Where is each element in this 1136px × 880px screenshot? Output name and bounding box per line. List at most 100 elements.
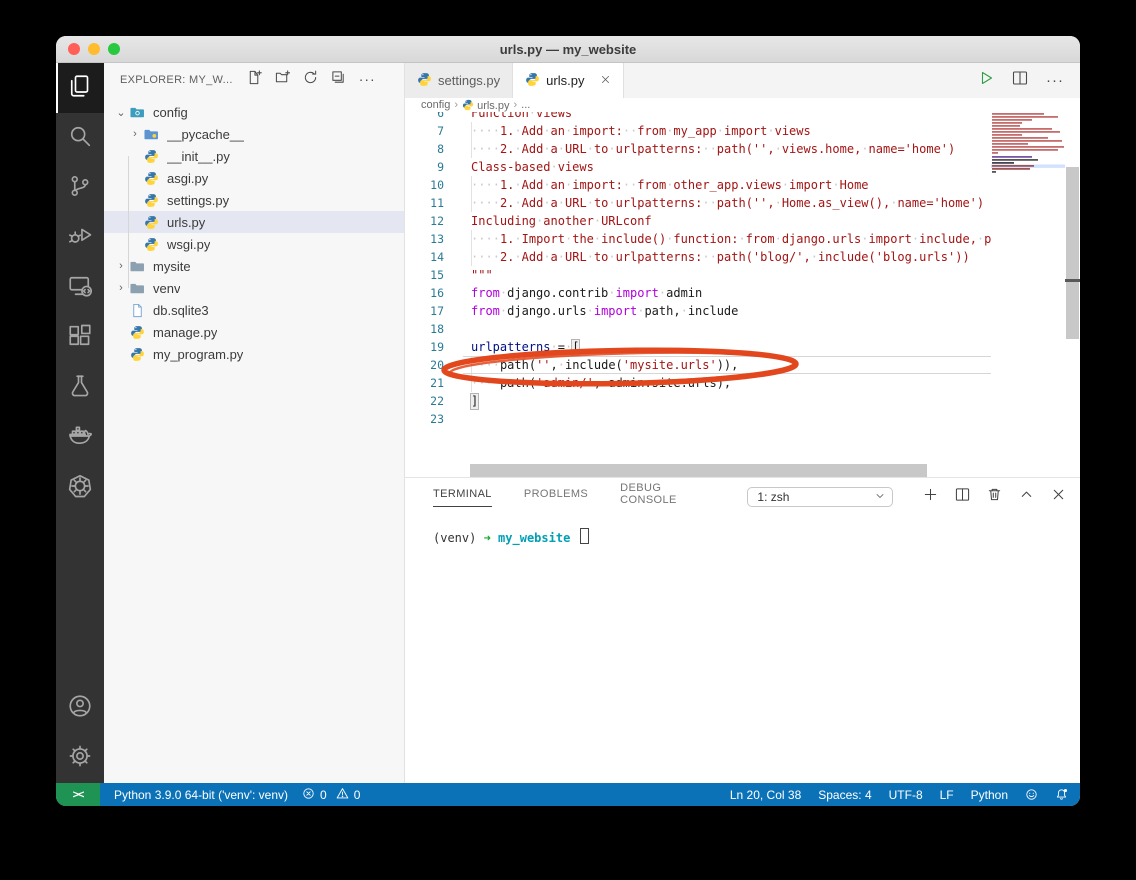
line-number[interactable]: 20 — [405, 356, 463, 374]
notifications-bell-icon[interactable] — [1055, 788, 1068, 801]
line-number[interactable]: 18 — [405, 320, 463, 338]
activity-item-kubernetes[interactable] — [56, 463, 104, 513]
tree-item-wsgi-py[interactable]: wsgi.py — [104, 233, 404, 255]
line-number[interactable]: 8 — [405, 140, 463, 158]
tree-item-asgi-py[interactable]: asgi.py — [104, 167, 404, 189]
breadcrumb-item--[interactable]: ... — [521, 99, 530, 111]
tab-settings-py[interactable]: settings.py — [405, 63, 513, 98]
editor-action-split-editor[interactable] — [1012, 70, 1028, 91]
python-interpreter-status[interactable]: Python 3.9.0 64-bit ('venv': venv) — [114, 788, 288, 802]
line-number[interactable]: 15 — [405, 266, 463, 284]
editor-action-run[interactable] — [978, 70, 994, 91]
status-item-spaces-4[interactable]: Spaces: 4 — [818, 788, 871, 802]
activity-item-run-and-debug[interactable] — [56, 213, 104, 263]
minimize-window-button[interactable] — [88, 43, 100, 55]
code-line[interactable]: 22] — [405, 392, 991, 410]
terminal-content[interactable]: (venv) ➜ my_website — [405, 512, 1080, 783]
breadcrumb-item-config[interactable]: config — [421, 99, 450, 111]
explorer-action-new-folder[interactable] — [275, 70, 290, 90]
tree-item-config[interactable]: ⌄config — [104, 101, 404, 123]
line-number[interactable]: 10 — [405, 176, 463, 194]
line-number[interactable]: 17 — [405, 302, 463, 320]
line-number[interactable]: 16 — [405, 284, 463, 302]
code-line[interactable]: 12Including·another·URLconf — [405, 212, 991, 230]
status-item-python[interactable]: Python — [971, 788, 1008, 802]
minimap[interactable] — [991, 112, 1065, 202]
line-number[interactable]: 9 — [405, 158, 463, 176]
code-line[interactable]: 13····1.·Import·the·include()·function:·… — [405, 230, 991, 248]
panel-action-close-panel[interactable] — [1051, 487, 1066, 507]
code-line[interactable]: 8····2.·Add·a·URL·to·urlpatterns:··path(… — [405, 140, 991, 158]
problems-status[interactable]: 00 — [302, 787, 360, 803]
activity-item-source-control[interactable] — [56, 163, 104, 213]
code-line[interactable]: 9Class-based·views — [405, 158, 991, 176]
tree-item-db-sqlite3[interactable]: db.sqlite3 — [104, 299, 404, 321]
code-line[interactable]: 6Function·views — [405, 112, 991, 122]
line-number[interactable]: 7 — [405, 122, 463, 140]
code-line[interactable]: 11····2.·Add·a·URL·to·urlpatterns:··path… — [405, 194, 991, 212]
editor-vertical-scrollbar[interactable] — [1066, 167, 1079, 339]
feedback-icon[interactable] — [1025, 788, 1038, 801]
activity-item-remote-explorer[interactable] — [56, 263, 104, 313]
activity-item-explorer[interactable] — [56, 63, 104, 113]
line-number[interactable]: 6 — [405, 112, 463, 122]
zoom-window-button[interactable] — [108, 43, 120, 55]
activity-item-docker[interactable] — [56, 413, 104, 463]
editor-horizontal-scrollbar[interactable] — [470, 464, 927, 477]
tree-item-settings-py[interactable]: settings.py — [104, 189, 404, 211]
code-line[interactable]: 23 — [405, 410, 991, 428]
panel-tab-problems[interactable]: PROBLEMS — [524, 488, 588, 507]
panel-action-split-terminal[interactable] — [955, 487, 970, 507]
tab-urls-py[interactable]: urls.py — [513, 63, 624, 98]
panel-action-kill-terminal[interactable] — [987, 487, 1002, 507]
panel-action-new-terminal[interactable] — [923, 487, 938, 507]
line-number[interactable]: 19 — [405, 338, 463, 356]
line-number[interactable]: 23 — [405, 410, 463, 428]
line-number[interactable]: 11 — [405, 194, 463, 212]
line-number[interactable]: 21 — [405, 374, 463, 392]
activity-item-extensions[interactable] — [56, 313, 104, 363]
code-line[interactable]: 18 — [405, 320, 991, 338]
status-item-utf-8[interactable]: UTF-8 — [889, 788, 923, 802]
code-line[interactable]: 7····1.·Add·an·import:··from·my_app·impo… — [405, 122, 991, 140]
code-line[interactable]: 20····path('',·include('mysite.urls')), — [405, 356, 991, 374]
explorer-action-new-file[interactable] — [247, 70, 262, 90]
panel-action-maximize-panel[interactable] — [1019, 487, 1034, 507]
code-line[interactable]: 19urlpatterns·=·[ — [405, 338, 991, 356]
code-line[interactable]: 10····1.·Add·an·import:··from·other_app.… — [405, 176, 991, 194]
code-line[interactable]: 15""" — [405, 266, 991, 284]
line-number[interactable]: 13 — [405, 230, 463, 248]
panel-tab-debug-console[interactable]: DEBUG CONSOLE — [620, 482, 715, 513]
explorer-action-more-actions[interactable]: ··· — [359, 71, 376, 89]
activity-item-testing[interactable] — [56, 363, 104, 413]
tree-item--init-py[interactable]: __init__.py — [104, 145, 404, 167]
tree-item-manage-py[interactable]: manage.py — [104, 321, 404, 343]
line-number[interactable]: 12 — [405, 212, 463, 230]
editor-action-more-actions[interactable]: ··· — [1046, 72, 1064, 90]
panel-tab-terminal[interactable]: TERMINAL — [433, 488, 492, 507]
explorer-action-refresh-explorer[interactable] — [303, 70, 318, 90]
remote-indicator[interactable]: >< — [56, 783, 100, 806]
code-line[interactable]: 17from·django.urls·import·path,·include — [405, 302, 991, 320]
activity-item-settings[interactable] — [56, 733, 104, 783]
line-number[interactable]: 14 — [405, 248, 463, 266]
status-item-lf[interactable]: LF — [940, 788, 954, 802]
code-line[interactable]: 14····2.·Add·a·URL·to·urlpatterns:··path… — [405, 248, 991, 266]
activity-item-search[interactable] — [56, 113, 104, 163]
tree-item-venv[interactable]: ›venv — [104, 277, 404, 299]
tree-item--pycache-[interactable]: ›__pycache__ — [104, 123, 404, 145]
code-line[interactable]: 21····path('admin/',·admin.site.urls), — [405, 374, 991, 392]
breadcrumb-item-urls-py[interactable]: urls.py — [462, 99, 509, 112]
terminal-select[interactable]: 1: zsh — [747, 487, 893, 507]
code-line[interactable]: 16from·django.contrib·import·admin — [405, 284, 991, 302]
status-item-ln-20-col-38[interactable]: Ln 20, Col 38 — [730, 788, 801, 802]
tree-item-my-program-py[interactable]: my_program.py — [104, 343, 404, 365]
tree-item-mysite[interactable]: ›mysite — [104, 255, 404, 277]
close-tab-icon[interactable] — [600, 73, 611, 88]
explorer-action-collapse-folders[interactable] — [331, 70, 346, 90]
close-window-button[interactable] — [68, 43, 80, 55]
code-editor[interactable]: 6Function·views7····1.·Add·an·import:··f… — [405, 112, 1080, 477]
tree-item-urls-py[interactable]: urls.py — [104, 211, 404, 233]
activity-item-accounts[interactable] — [56, 683, 104, 733]
line-number[interactable]: 22 — [405, 392, 463, 410]
